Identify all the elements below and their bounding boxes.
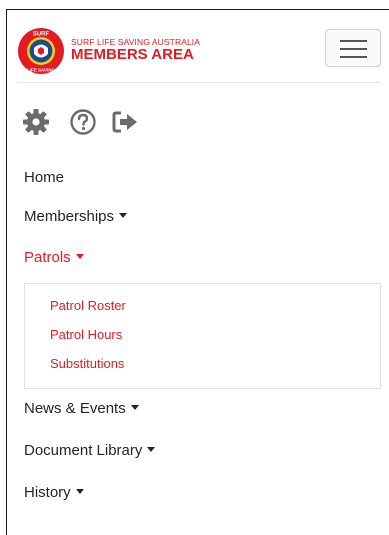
navbar-divider <box>17 82 381 83</box>
brand-title[interactable]: MEMBERS AREA <box>71 46 194 63</box>
caret-down-icon <box>75 254 84 259</box>
logo-text-top: SURF <box>33 32 50 38</box>
caret-down-icon <box>130 405 139 410</box>
hamburger-icon <box>340 48 367 50</box>
logo-text-bottom: LIFE SAVING <box>27 68 55 73</box>
nav-item-label: Document Library <box>24 442 143 459</box>
nav-item-patrols[interactable]: Patrols <box>24 249 84 266</box>
caret-down-icon <box>147 447 156 452</box>
navbar: SURF LIFE SAVING SURF LIFE SAVING AUSTRA… <box>17 27 381 83</box>
caret-down-icon <box>75 489 84 494</box>
caret-down-icon <box>119 213 128 218</box>
menu-toggle-button[interactable] <box>325 29 381 67</box>
gear-icon[interactable] <box>21 107 51 137</box>
dropdown-item-substitutions[interactable]: Substitutions <box>50 356 124 371</box>
nav-item-news-events[interactable]: News & Events <box>24 400 139 417</box>
nav-item-document-library[interactable]: Document Library <box>24 442 156 459</box>
nav-item-label: History <box>24 484 71 501</box>
nav-item-label: News & Events <box>24 400 126 417</box>
help-circle-icon[interactable] <box>68 107 98 137</box>
slsa-logo[interactable]: SURF LIFE SAVING <box>17 27 65 75</box>
nav-item-label: Home <box>24 169 65 186</box>
patrols-dropdown-menu: Patrol Roster Patrol Hours Substitutions <box>24 283 381 389</box>
sign-out-icon[interactable] <box>110 107 140 137</box>
nav-item-home[interactable]: Home <box>24 169 64 186</box>
nav-item-label: Patrols <box>24 249 71 266</box>
hamburger-icon <box>340 56 367 58</box>
nav-item-memberships[interactable]: Memberships <box>24 208 128 225</box>
hamburger-icon <box>340 40 367 42</box>
nav-item-label: Memberships <box>24 208 115 225</box>
nav-item-history[interactable]: History <box>24 484 84 501</box>
dropdown-item-patrol-roster[interactable]: Patrol Roster <box>50 298 126 313</box>
dropdown-item-patrol-hours[interactable]: Patrol Hours <box>50 327 122 342</box>
